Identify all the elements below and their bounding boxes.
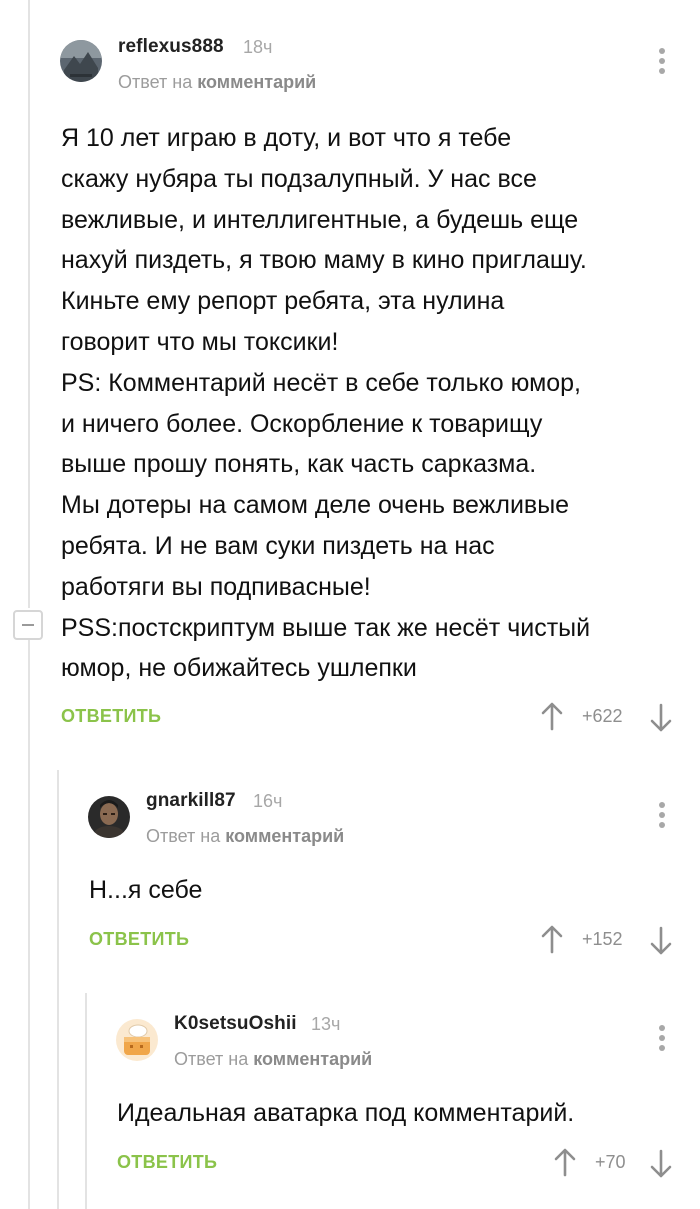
reply-button[interactable]: ОТВЕТИТЬ [61,706,161,727]
reply-to-prefix: Ответ на [118,72,193,92]
reply-to-line: Ответ на комментарий [174,1049,372,1070]
reply-to-link[interactable]: комментарий [197,72,316,92]
rating: +622 [582,706,623,726]
comment-line: Мы дотеры на самом деле очень вежливые [61,491,570,520]
comment-line: Н...я себе [89,876,203,904]
reply-button[interactable]: ОТВЕТИТЬ [117,1152,217,1173]
comment-line: выше прошу понять, как часть сарказма. [61,450,537,479]
rating: +152 [582,929,623,949]
rating: +70 [595,1152,626,1172]
reply-to-line: Ответ на комментарий [146,826,344,847]
comment-line: Я 10 лет играю в доту, и вот что я тебе [61,124,512,152]
more-options-icon[interactable] [658,1025,666,1053]
comment-text: Н...я себе [89,870,202,911]
thread-line-level-1 [57,770,59,1209]
username[interactable]: K0setsuOshii [174,1013,297,1035]
thread-line-level-2 [85,993,87,1209]
comment-line: скажу нубяра ты подзалупный. У нас все [61,164,537,193]
comment-time: 13ч [311,1014,341,1034]
username[interactable]: gnarkill87 [146,790,236,812]
reply-to-prefix: Ответ на [146,826,221,846]
comment-line: говорит что мы токсики! [61,327,339,356]
avatar[interactable] [116,1019,158,1061]
upvote-arrow-icon[interactable] [554,1147,576,1177]
comment-line: вежливые, и интеллигентные, а будешь еще [61,205,579,234]
comment-line: работяги вы подпивасные! [61,572,371,601]
downvote-arrow-icon[interactable] [650,926,672,956]
comment-line: PSS:постскриптум выше так же несёт чисты… [61,613,591,642]
thread-line-root [28,0,30,608]
avatar[interactable] [60,40,102,82]
comment-line: и ничего более. Оскорбление к товарищу [61,409,543,438]
comment-text: Я 10 лет играю в доту, и вот что я тебе … [61,118,590,689]
comment-text: Идеальная аватарка под комментарий. [117,1093,574,1134]
reply-to-prefix: Ответ на [174,1049,249,1069]
thread-line-root-lower [28,640,30,1209]
comment-time: 18ч [243,37,273,57]
downvote-arrow-icon[interactable] [650,703,672,733]
upvote-arrow-icon[interactable] [541,924,563,954]
avatar[interactable] [88,796,130,838]
reply-button[interactable]: ОТВЕТИТЬ [89,929,189,950]
reply-to-link[interactable]: комментарий [253,1049,372,1069]
comment-line: ребята. И не вам суки пиздеть на нас [61,531,495,560]
reply-to-line: Ответ на комментарий [118,72,316,93]
comment-line: нахуй пиздеть, я твою маму в кино пригла… [61,246,587,275]
comment-time: 16ч [253,791,283,811]
comment-line: Киньте ему репорт ребята, эта нулина [61,287,505,316]
downvote-arrow-icon[interactable] [650,1149,672,1179]
comment-line: PS: Комментарий несёт в себе только юмор… [61,368,582,397]
username[interactable]: reflexus888 [118,36,224,58]
collapse-thread-icon[interactable] [13,610,43,640]
reply-to-link[interactable]: комментарий [225,826,344,846]
upvote-arrow-icon[interactable] [541,701,563,731]
comment-line: Идеальная аватарка под комментарий. [117,1099,575,1127]
more-options-icon[interactable] [658,48,666,76]
more-options-icon[interactable] [658,802,666,830]
comment-line: юмор, не обижайтесь ушлепки [61,654,417,683]
